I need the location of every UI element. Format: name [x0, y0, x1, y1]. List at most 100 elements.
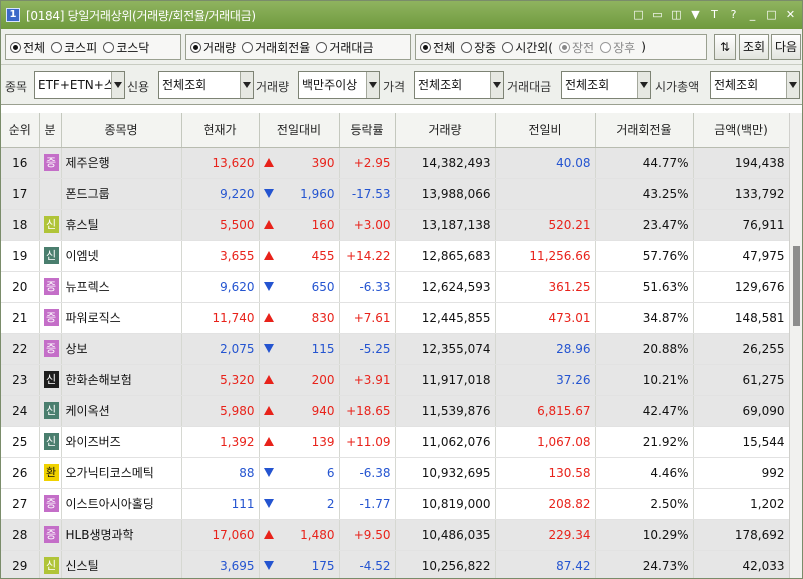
table-row[interactable]: 27 증 이스트아시아홀딩 111 2 -1.77 10,819,000 208.82 2.50… [1, 488, 789, 520]
table-row[interactable]: 21 증 파워로직스 11,740 830 +7.61 12,445,855 473.01 34… [1, 302, 789, 334]
radio-sort-amount[interactable]: 거래대금 [316, 39, 374, 56]
query-button[interactable]: 조회 [739, 34, 769, 60]
radio-afterhours-post[interactable]: 장후 [600, 39, 635, 56]
scrollbar-thumb[interactable] [793, 246, 800, 326]
table-body: 16 증 제주은행 13,620 390 +2.95 14,382,493 40.08 44.7… [1, 147, 789, 578]
name-cell[interactable]: 신스틸 [61, 550, 182, 578]
help-icon[interactable]: ? [726, 7, 741, 22]
radio-session-afterhours[interactable]: 시간외( [502, 39, 553, 56]
radio-dot [502, 41, 514, 53]
rank-cell: 28 [1, 519, 40, 551]
change-cell: 1,960 [259, 178, 340, 210]
col-prev-ratio[interactable]: 전일비 [495, 113, 596, 148]
col-rank[interactable]: 순위 [1, 113, 40, 148]
col-volume[interactable]: 거래량 [395, 113, 496, 148]
font-icon[interactable]: T [707, 7, 722, 22]
name-cell[interactable]: 오가닉티코스메틱 [61, 457, 182, 489]
afterhours-close-paren: ) [641, 40, 646, 54]
table-row[interactable]: 19 신 이엠넷 3,655 455 +14.22 12,865,683 11,256.66 5… [1, 240, 789, 272]
name-cell[interactable]: 와이즈버즈 [61, 426, 182, 458]
price-cell: 5,320 [181, 364, 260, 396]
col-turnover[interactable]: 거래회전율 [595, 113, 694, 148]
table-row[interactable]: 17 폰드그룹 9,220 1,960 -17.53 13,988,066 43.25% 13… [1, 178, 789, 210]
type-cell: 증 [39, 271, 62, 303]
radio-sort-turnover[interactable]: 거래회전율 [242, 39, 310, 56]
col-change[interactable]: 전일대비 [259, 113, 340, 148]
radio-market-kosdaq[interactable]: 코스닥 [103, 39, 149, 56]
volume-cell: 11,539,876 [395, 395, 496, 427]
col-price[interactable]: 현재가 [181, 113, 260, 148]
table-row[interactable]: 26 환 오가닉티코스메틱 88 6 -6.38 10,932,695 130.58 4.46%… [1, 457, 789, 489]
turnover-cell: 51.63% [595, 271, 694, 303]
turnover-cell: 21.92% [595, 426, 694, 458]
chevron-down-icon [240, 72, 253, 98]
volume-cell: 11,917,018 [395, 364, 496, 396]
stock-type-select[interactable]: ETF+ETN+스 [34, 71, 125, 99]
table-row[interactable]: 24 신 케이옥션 5,980 940 +18.65 11,539,876 6,815.67 4… [1, 395, 789, 427]
window-title: [0184] 당일거래상위(거래량/회전율/거래대금) [26, 8, 256, 23]
col-name[interactable]: 종목명 [61, 113, 182, 148]
chevron-down-icon [111, 72, 124, 98]
vertical-scrollbar[interactable] [789, 113, 802, 578]
split-icon[interactable]: ◫ [669, 7, 684, 22]
name-cell[interactable]: 파워로직스 [61, 302, 182, 334]
price-cell: 9,620 [181, 271, 260, 303]
layout-icon[interactable]: □ [631, 7, 646, 22]
name-cell[interactable]: 제주은행 [61, 147, 182, 179]
volume-cell: 10,932,695 [395, 457, 496, 489]
table-row[interactable]: 23 신 한화손해보험 5,320 200 +3.91 11,917,018 37.26 10.… [1, 364, 789, 396]
name-cell[interactable]: 이엠넷 [61, 240, 182, 272]
turnover-cell: 23.47% [595, 209, 694, 241]
name-cell[interactable]: 폰드그룹 [61, 178, 182, 210]
credit-select[interactable]: 전체조회 [158, 71, 254, 99]
name-cell[interactable]: 케이옥션 [61, 395, 182, 427]
prev-ratio-cell: 40.08 [495, 147, 596, 179]
radio-session-regular[interactable]: 장중 [461, 39, 496, 56]
pin-icon[interactable]: ▼ [688, 7, 703, 22]
radio-session-all[interactable]: 전체 [420, 39, 455, 56]
next-button[interactable]: 다음 [771, 34, 801, 60]
col-type[interactable]: 분 [39, 113, 62, 148]
name-cell[interactable]: 휴스틸 [61, 209, 182, 241]
change-cell: 1,480 [259, 519, 340, 551]
rate-cell: -6.38 [339, 457, 396, 489]
minimize-icon[interactable]: _ [745, 7, 760, 22]
sort-toggle-button[interactable]: ⇅ [714, 34, 736, 60]
name-cell[interactable]: 이스트아시아홀딩 [61, 488, 182, 520]
amount-select[interactable]: 전체조회 [561, 71, 651, 99]
badge-sin: 신 [43, 247, 59, 264]
price-cell: 3,655 [181, 240, 260, 272]
col-amount[interactable]: 금액(백만) [693, 113, 789, 148]
table-row[interactable]: 28 증 HLB생명과학 17,060 1,480 +9.50 10,486,035 229.… [1, 519, 789, 551]
change-cell: 940 [259, 395, 340, 427]
radio-sort-volume[interactable]: 거래량 [190, 39, 236, 56]
screen-icon[interactable]: ▭ [650, 7, 665, 22]
name-cell[interactable]: 한화손해보험 [61, 364, 182, 396]
price-select[interactable]: 전체조회 [414, 71, 504, 99]
type-cell: 증 [39, 302, 62, 334]
radio-market-kospi[interactable]: 코스피 [51, 39, 97, 56]
down-arrow-icon [263, 499, 274, 508]
name-cell[interactable]: HLB생명과학 [61, 519, 182, 551]
table-row[interactable]: 20 증 뉴프렉스 9,620 650 -6.33 12,624,593 361.25 51.6… [1, 271, 789, 303]
market-radio-group: 전체 코스피 코스닥 [5, 34, 181, 60]
table-row[interactable]: 29 신 신스틸 3,695 175 -4.52 10,256,822 87.42 24.73%… [1, 550, 789, 578]
volume-select[interactable]: 백만주이상 [298, 71, 380, 99]
table-row[interactable]: 18 신 휴스틸 5,500 160 +3.00 13,187,138 520.21 23.47… [1, 209, 789, 241]
change-value: 830 [311, 310, 335, 325]
col-rate[interactable]: 등락률 [339, 113, 396, 148]
name-cell[interactable]: 상보 [61, 333, 182, 365]
radio-market-all[interactable]: 전체 [10, 39, 45, 56]
close-icon[interactable]: ✕ [783, 7, 798, 22]
prev-ratio-cell: 520.21 [495, 209, 596, 241]
radio-afterhours-pre[interactable]: 장전 [559, 39, 594, 56]
table-row[interactable]: 25 신 와이즈버즈 1,392 139 +11.09 11,062,076 1,067.08… [1, 426, 789, 458]
table-row[interactable]: 22 증 상보 2,075 115 -5.25 12,355,074 28.96 20.88% 2… [1, 333, 789, 365]
table-row[interactable]: 16 증 제주은행 13,620 390 +2.95 14,382,493 40.08 44.7… [1, 147, 789, 179]
market-cap-select[interactable]: 전체조회 [710, 71, 800, 99]
price-cell: 13,620 [181, 147, 260, 179]
volume-cell: 12,355,074 [395, 333, 496, 365]
rank-cell: 20 [1, 271, 40, 303]
maximize-icon[interactable]: □ [764, 7, 779, 22]
name-cell[interactable]: 뉴프렉스 [61, 271, 182, 303]
